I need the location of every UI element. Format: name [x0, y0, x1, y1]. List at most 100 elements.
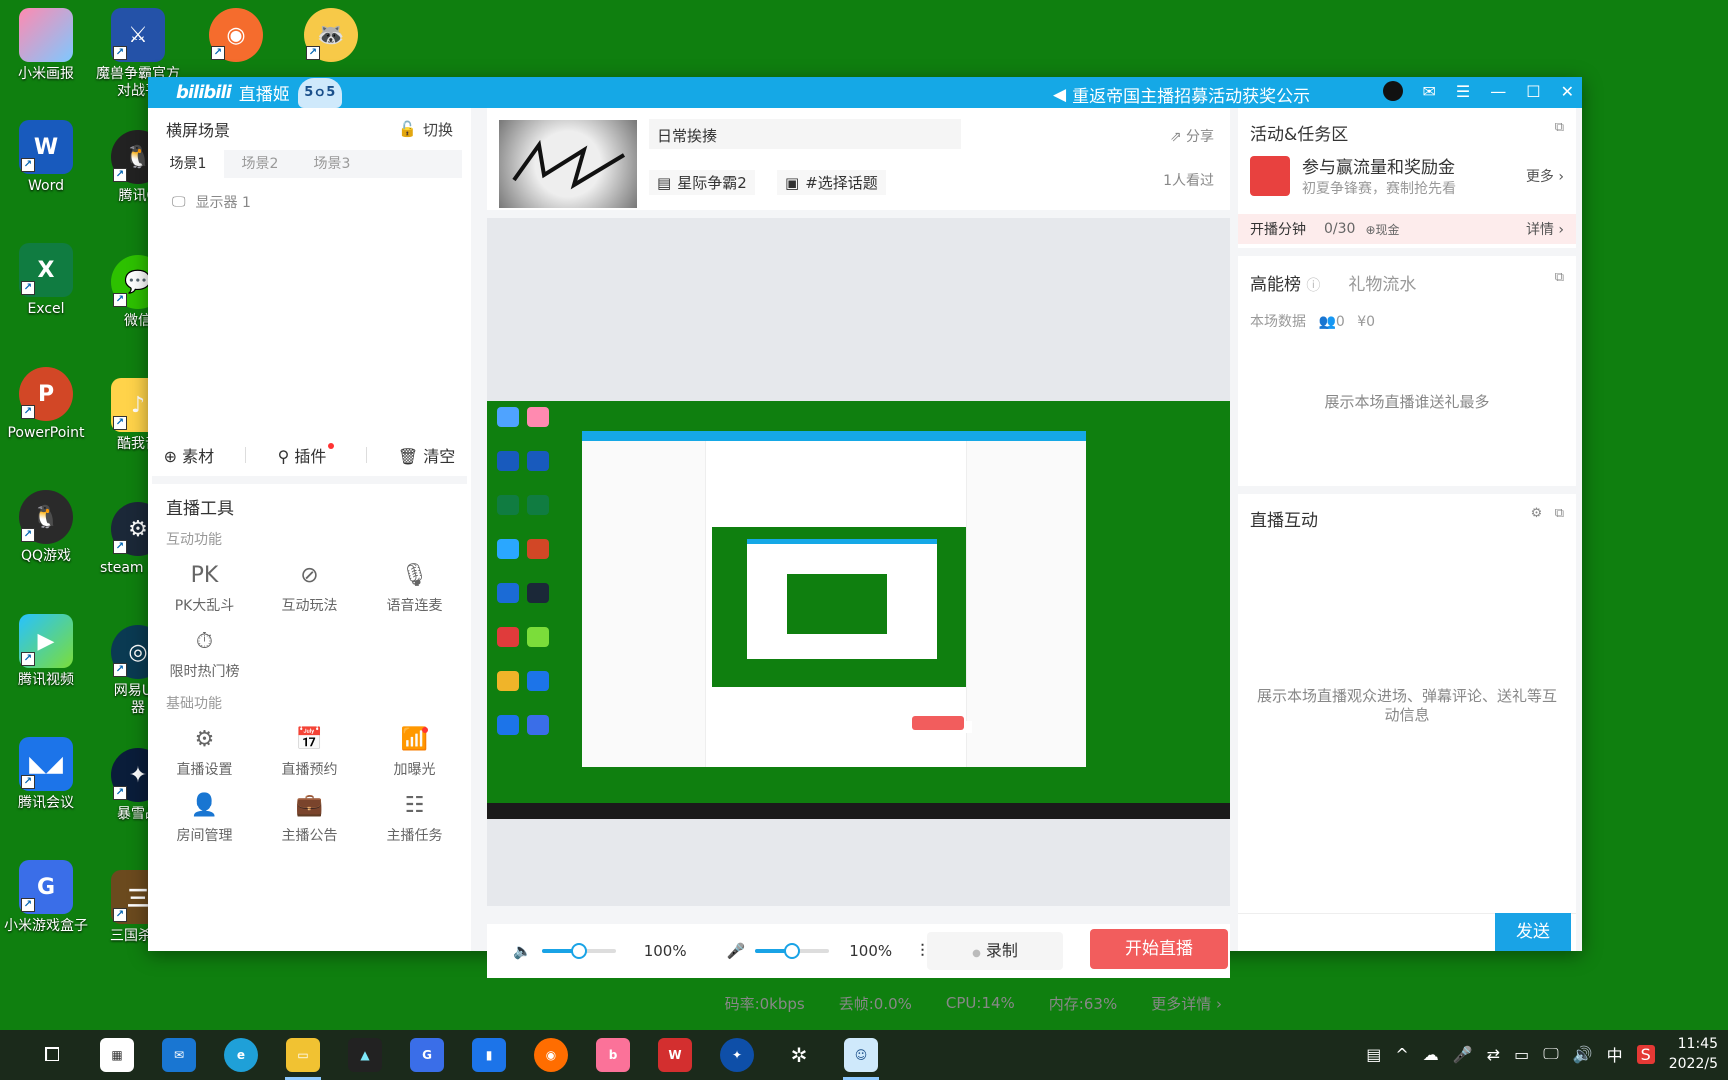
task-view-icon[interactable]: ⧠ [44, 1042, 60, 1066]
scene-tabs: 场景1 场景2 场景3 [152, 150, 462, 178]
desktop-icon-qq-game[interactable]: 🐧 ↗ QQ游戏 [0, 490, 92, 565]
start-live-button[interactable]: 开始直播 [1090, 929, 1228, 969]
nested-taskbar [487, 803, 1230, 819]
display-icon[interactable]: 🖵 [1543, 1044, 1558, 1064]
material-button[interactable]: ⊕ 素材 [164, 443, 215, 467]
clear-button[interactable]: 🗑 清空 [398, 443, 455, 467]
a-app-icon[interactable]: ▲ [348, 1038, 382, 1072]
cloud-icon[interactable]: ☁ [1423, 1045, 1439, 1064]
mic-slider[interactable] [755, 943, 830, 959]
speaker-slider[interactable] [541, 943, 616, 959]
streamer-tasks-button[interactable]: ☷ 主播任务 [362, 793, 467, 845]
popout-icon[interactable]: ⧉ [1555, 120, 1564, 145]
tab-scene-3[interactable]: 场景3 [296, 150, 368, 178]
pk-button[interactable]: PK PK大乱斗 [152, 563, 257, 615]
desktop-icon-xiaomi-huabao[interactable]: 小米画报 [0, 8, 92, 83]
mini-desktop-icon [527, 583, 549, 603]
hot-rank-button[interactable]: ⏱ 限时热门榜 [152, 629, 257, 681]
live-app-icon[interactable]: ☺ [844, 1038, 878, 1072]
bilibili-live-window: bilibili 直播姬 5ｏ5 ◀ 重返帝国主播招募活动获奖公示 ✉ ☰ — … [148, 77, 1582, 1013]
popout-icon[interactable]: ⧉ [1555, 506, 1564, 521]
details-link[interactable]: 详情 › [1526, 219, 1564, 239]
sogou-icon[interactable]: S [1636, 1044, 1655, 1064]
microphone-icon[interactable]: 🎤 [1453, 1045, 1473, 1064]
help-icon[interactable]: ⓘ [1306, 278, 1320, 294]
compass-icon: ⊘ [300, 563, 319, 588]
record-dot-icon: ● [972, 948, 981, 959]
gbox-icon: G ↗ [19, 860, 73, 914]
activity-item[interactable]: 参与赢流量和奖励金 初夏争锋赛，赛制抢先看 更多 › [1238, 151, 1576, 200]
notice-banner[interactable]: ◀ 重返帝国主播招募活动获奖公示 [1053, 82, 1310, 108]
bilibili-icon[interactable]: b [596, 1038, 630, 1072]
battery-icon[interactable]: ▭ [1514, 1045, 1529, 1064]
firefox-icon[interactable]: ◉ [534, 1038, 568, 1072]
plugin-button[interactable]: ⚲ 插件 [278, 443, 335, 467]
source-item-display[interactable]: 🖵 显示器 1 [172, 192, 471, 212]
stream-title-input[interactable]: 日常挨揍 [649, 119, 961, 149]
tab-scene-1[interactable]: 场景1 [152, 150, 224, 178]
mixer-icon[interactable]: ⫶ [920, 941, 925, 962]
edge-icon[interactable]: e [224, 1038, 258, 1072]
topic-tag[interactable]: ▣ #选择话题 [777, 170, 886, 195]
live-settings-button[interactable]: ⚙ 直播设置 [152, 727, 257, 779]
room-management-button[interactable]: 👤 房间管理 [152, 793, 257, 845]
desktop-icon-excel[interactable]: X ↗ Excel [0, 243, 92, 318]
voice-link-button[interactable]: 🎙 语音连麦 [362, 563, 467, 615]
interactive-play-button[interactable]: ⊘ 互动玩法 [257, 563, 362, 615]
stream-preview[interactable] [487, 401, 1230, 819]
speaker-icon[interactable]: 🔈 [513, 942, 532, 960]
bitrate-status: 码率:0kbps [724, 994, 805, 1013]
boost-exposure-button[interactable]: 📶 加曝光 [362, 727, 467, 779]
desktop-icon-raccoon[interactable]: 🦝 ↗ [285, 8, 377, 66]
desktop-icon-origin[interactable]: ◉ ↗ [190, 8, 282, 66]
desktop-icon-tencent-meeting[interactable]: ◣◢ ↗ 腾讯会议 [0, 737, 92, 812]
tab-high-energy[interactable]: 高能榜 ⓘ [1250, 270, 1320, 295]
wps-icon[interactable]: W [658, 1038, 692, 1072]
store-icon[interactable]: ▦ [100, 1038, 134, 1072]
maximize-button[interactable]: ☐ [1526, 82, 1540, 101]
network-share-icon[interactable]: ⇄ [1487, 1045, 1500, 1064]
mini-desktop-icon [527, 539, 549, 559]
close-button[interactable]: ✕ [1561, 82, 1574, 101]
record-button[interactable]: ● 录制 [927, 932, 1063, 970]
popout-icon[interactable]: ⧉ [1555, 270, 1564, 295]
desktop-icon-tencent-video[interactable]: ▶ ↗ 腾讯视频 [0, 614, 92, 689]
more-details-link[interactable]: 更多详情 › [1151, 993, 1222, 1014]
mini-desktop-icon [497, 539, 519, 559]
mail-icon[interactable]: ✉ [1423, 82, 1436, 101]
excel-icon: X ↗ [19, 243, 73, 297]
cover-thumbnail[interactable] [499, 120, 637, 208]
avatar[interactable] [1382, 81, 1403, 101]
starcraft-icon[interactable]: ✲ [782, 1038, 816, 1072]
chart-up-icon: 📶 [400, 727, 429, 752]
live-schedule-button[interactable]: 📅 直播预约 [257, 727, 362, 779]
gear-icon[interactable]: ⚙ [1531, 506, 1543, 521]
battlenet-icon[interactable]: ✦ [720, 1038, 754, 1072]
ime-indicator[interactable]: 中 [1607, 1042, 1623, 1066]
tab-scene-2[interactable]: 场景2 [224, 150, 296, 178]
send-button[interactable]: 发送 [1495, 913, 1571, 951]
interaction-title: 直播互动 [1250, 511, 1318, 531]
nested-left-panel [582, 441, 706, 767]
share-button[interactable]: ⇗ 分享 [1170, 126, 1214, 146]
gbox-icon[interactable]: G [410, 1038, 444, 1072]
announcement-button[interactable]: 💼 主播公告 [257, 793, 362, 845]
app-logo: bilibili 直播姬 5ｏ5 [176, 77, 342, 108]
more-link[interactable]: 更多 › [1526, 166, 1564, 186]
volume-icon[interactable]: 🔊 [1573, 1045, 1593, 1064]
mail-icon[interactable]: ✉ [162, 1038, 196, 1072]
clock[interactable]: 11:45 2022/5 [1669, 1034, 1718, 1074]
minimize-button[interactable]: — [1490, 82, 1506, 101]
news-icon[interactable]: ▤ [1366, 1045, 1381, 1064]
switch-scene-button[interactable]: 🔓 切换 [398, 119, 453, 140]
menu-icon[interactable]: ☰ [1456, 82, 1470, 101]
chevron-up-icon[interactable]: ^ [1395, 1045, 1408, 1064]
book-icon[interactable]: ▮ [472, 1038, 506, 1072]
tab-gift-flow[interactable]: 礼物流水 [1348, 270, 1416, 295]
desktop-icon-mi-game-box[interactable]: G ↗ 小米游戏盒子 [0, 860, 92, 935]
desktop-icon-powerpoint[interactable]: P ↗ PowerPoint [0, 367, 92, 442]
desktop-icon-word[interactable]: W ↗ Word [0, 120, 92, 195]
microphone-icon[interactable]: 🎤 [727, 942, 746, 960]
category-tag[interactable]: ▤ 星际争霸2 [649, 170, 755, 195]
folder-icon[interactable]: ▭ [286, 1038, 320, 1072]
